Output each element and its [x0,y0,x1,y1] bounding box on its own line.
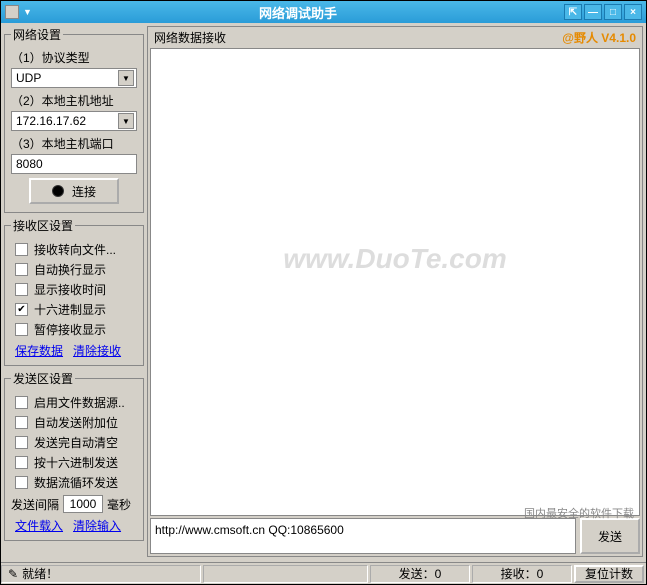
send-option-0[interactable]: 启用文件数据源.. [11,394,137,411]
send-button[interactable]: 发送 [580,518,640,554]
send-option-4[interactable]: 数据流循环发送 [11,474,137,491]
recv-textarea[interactable]: www.DuoTe.com [150,48,640,516]
send-option-1[interactable]: 自动发送附加位 [11,414,137,431]
recv-settings-group: 接收区设置 接收转向文件... 自动换行显示 显示接收时间 ✔ 十六进制显示 [4,217,144,366]
checkbox-icon [15,436,28,449]
checkbox-icon [15,456,28,469]
recv-option-label: 显示接收时间 [34,281,106,298]
send-option-label: 发送完自动清空 [34,434,118,451]
clear-recv-link[interactable]: 清除接收 [73,342,121,359]
checkbox-icon [15,416,28,429]
send-option-label: 数据流循环发送 [34,474,118,491]
interval-input[interactable]: 1000 [63,495,103,513]
minimize-button[interactable]: — [584,4,602,20]
checkbox-icon [15,263,28,276]
send-settings-group: 发送区设置 启用文件数据源.. 自动发送附加位 发送完自动清空 按十六进制发送 [4,370,144,541]
send-settings-legend: 发送区设置 [11,370,75,387]
send-option-label: 按十六进制发送 [34,454,118,471]
network-legend: 网络设置 [11,26,63,43]
window-title: 网络调试助手 [32,3,564,22]
port-label: （3）本地主机端口 [11,135,137,152]
file-load-link[interactable]: 文件载入 [15,517,63,534]
status-recv-count: 接收：0 [472,565,572,583]
protocol-select[interactable]: UDP ▼ [11,68,137,88]
reset-count-button[interactable]: 复位计数 [574,565,644,583]
ready-icon: ✎ [8,567,18,581]
recv-data-legend: 网络数据接收 [154,29,226,46]
app-icon [5,5,19,19]
connect-label: 连接 [72,183,96,200]
titlebar-dropdown-icon[interactable]: ▼ [23,7,32,17]
port-value: 8080 [16,157,43,171]
protocol-label: （1）协议类型 [11,49,137,66]
protocol-value: UDP [16,71,41,85]
statusbar: ✎ 就绪！ 发送：0 接收：0 复位计数 [1,562,646,584]
recv-data-group: 网络数据接收 @野人 V4.1.0 www.DuoTe.com http://w… [147,26,643,557]
version-label: @野人 V4.1.0 [562,29,636,46]
send-option-3[interactable]: 按十六进制发送 [11,454,137,471]
pin-button[interactable]: ⇱ [564,4,582,20]
connect-button[interactable]: 连接 [29,178,119,204]
interval-unit: 毫秒 [107,496,131,513]
recv-option-4[interactable]: 暂停接收显示 [11,321,137,338]
send-option-2[interactable]: 发送完自动清空 [11,434,137,451]
checkbox-icon [15,476,28,489]
save-data-link[interactable]: 保存数据 [15,342,63,359]
watermark: www.DuoTe.com [283,243,507,275]
checkbox-icon [15,396,28,409]
checkbox-icon [15,323,28,336]
checkbox-checked-icon: ✔ [15,303,28,316]
checkbox-icon [15,283,28,296]
status-send-count: 发送：0 [370,565,470,583]
send-option-label: 自动发送附加位 [34,414,118,431]
recv-option-label: 接收转向文件... [34,241,116,258]
chevron-down-icon: ▼ [118,70,134,86]
send-option-label: 启用文件数据源.. [34,394,125,411]
titlebar: ▼ 网络调试助手 ⇱ — □ × [1,1,646,23]
network-settings-group: 网络设置 （1）协议类型 UDP ▼ （2）本地主机地址 172.16.17.6… [4,26,144,213]
checkbox-icon [15,243,28,256]
recv-option-1[interactable]: 自动换行显示 [11,261,137,278]
port-input[interactable]: 8080 [11,154,137,174]
host-select[interactable]: 172.16.17.62 ▼ [11,111,137,131]
host-value: 172.16.17.62 [16,114,86,128]
recv-option-0[interactable]: 接收转向文件... [11,241,137,258]
status-ready-label: 就绪！ [22,565,58,582]
send-textarea[interactable]: http://www.cmsoft.cn QQ:10865600 [150,518,576,554]
interval-label: 发送间隔 [11,496,59,513]
chevron-down-icon: ▼ [118,113,134,129]
recv-option-2[interactable]: 显示接收时间 [11,281,137,298]
recv-option-3[interactable]: ✔ 十六进制显示 [11,301,137,318]
recv-option-label: 十六进制显示 [34,301,106,318]
clear-input-link[interactable]: 清除输入 [73,517,121,534]
close-button[interactable]: × [624,4,642,20]
host-label: （2）本地主机地址 [11,92,137,109]
recv-option-label: 暂停接收显示 [34,321,106,338]
recv-settings-legend: 接收区设置 [11,217,75,234]
status-dot-icon [52,185,64,197]
recv-option-label: 自动换行显示 [34,261,106,278]
maximize-button[interactable]: □ [604,4,622,20]
